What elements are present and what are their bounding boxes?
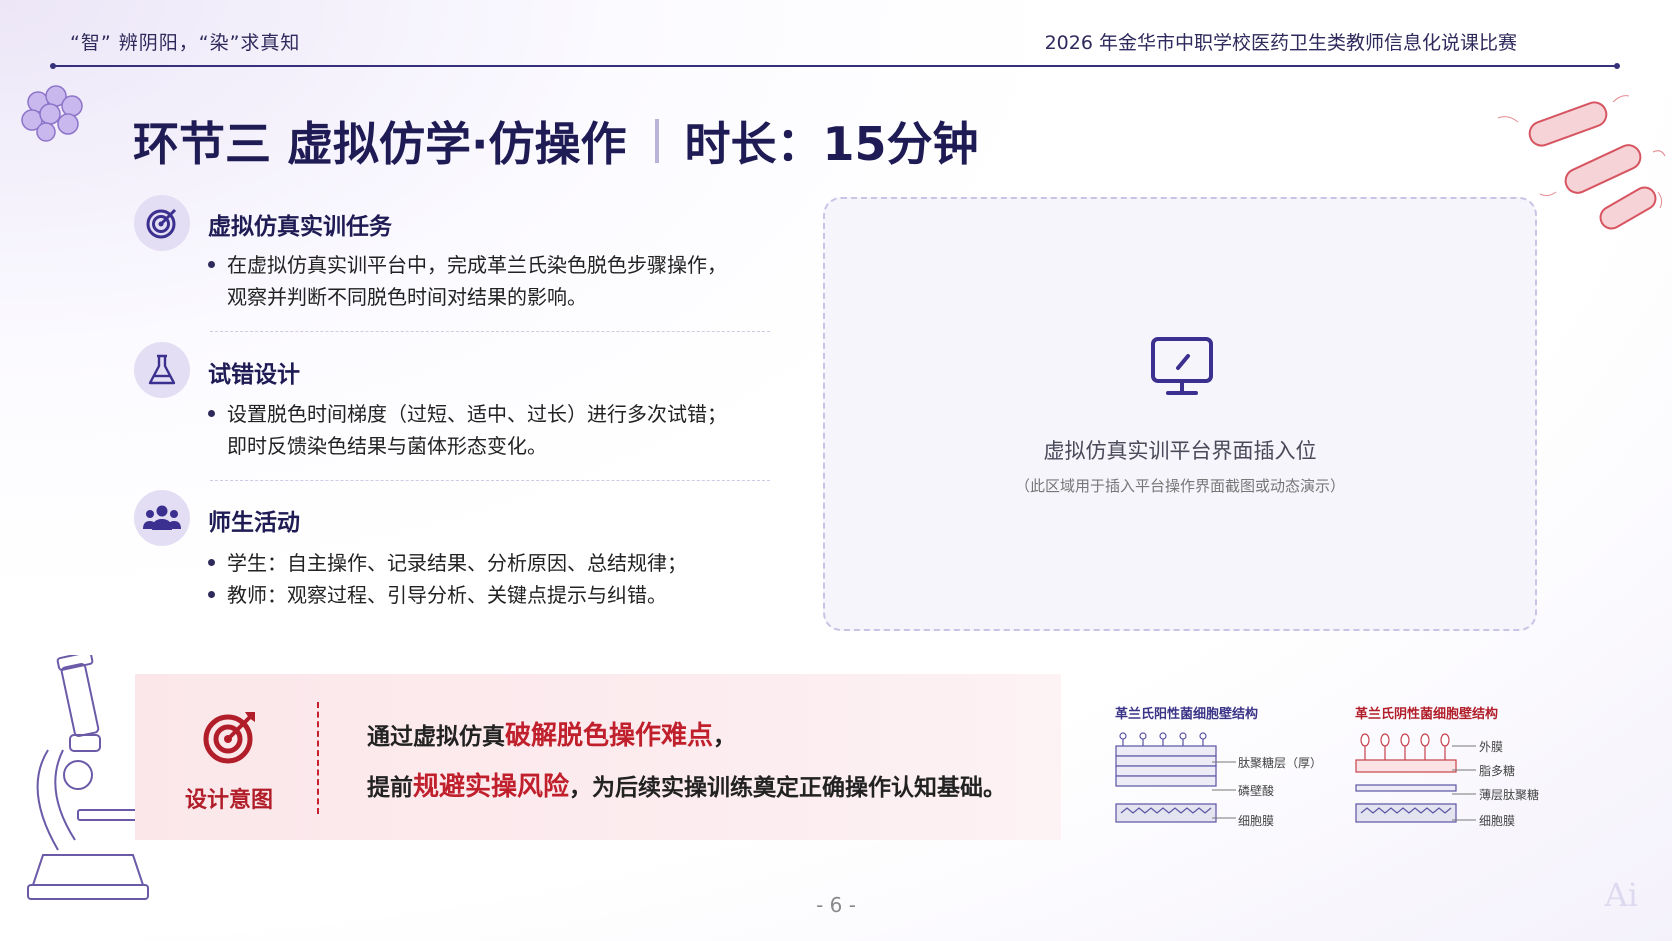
section-divider	[210, 331, 770, 332]
design-intent-label: 设计意图	[185, 788, 274, 813]
bullet-line: 观察并判断不同脱色时间对结果的影响。	[227, 285, 587, 309]
bullet-line: 即时反馈染色结果与菌体形态变化。	[227, 434, 547, 458]
gram-positive-title: 革兰氏阳性菌细胞壁结构	[1115, 707, 1259, 722]
intent-text-plain: ，为后续实操训练奠定正确操作认知基础。	[569, 775, 1007, 801]
monitor-icon	[1151, 337, 1213, 395]
design-intent-divider	[317, 702, 319, 814]
group-icon	[143, 505, 181, 530]
target-arrow-icon	[203, 712, 255, 764]
bullet-dot	[208, 559, 215, 566]
page-number: - 6 -	[816, 893, 856, 917]
section-title-task: 虚拟仿真实训任务	[208, 214, 392, 240]
header-divider	[53, 65, 1617, 67]
header-divider-dot-left	[50, 63, 56, 69]
intent-text-plain: ，	[713, 724, 737, 750]
bullet-line: 在虚拟仿真实训平台中，完成革兰氏染色脱色步骤操作，	[227, 253, 727, 277]
gram-negative-label: 薄层肽聚糖	[1479, 788, 1540, 802]
microscope-decoration	[27, 655, 149, 900]
gram-negative-label: 脂多糖	[1479, 764, 1516, 778]
title-separator	[654, 119, 659, 163]
bullet-line: 教师：观察过程、引导分析、关键点提示与纠错。	[227, 583, 667, 607]
design-intent-line1: 通过虚拟仿真破解脱色操作难点，	[367, 715, 736, 752]
header-competition-title: 2026 年金华市中职学校医药卫生类教师信息化说课比赛	[1044, 32, 1517, 54]
section-icon-flask	[134, 342, 190, 398]
bullet-line: 学生：自主操作、记录结果、分析原因、总结规律；	[227, 551, 687, 575]
platform-screenshot-placeholder[interactable]: 虚拟仿真实训平台界面插入位 （此区域用于插入平台操作界面截图或动态演示）	[823, 197, 1537, 631]
bullet-dot	[208, 410, 215, 417]
gram-negative-label: 细胞膜	[1479, 814, 1516, 828]
intent-text-highlight: 破解脱色操作难点	[505, 721, 714, 751]
gram-negative-title: 革兰氏阴性菌细胞壁结构	[1355, 707, 1499, 722]
design-intent-box: 设计意图 通过虚拟仿真破解脱色操作难点， 提前规避实操风险，为后续实操训练奠定正…	[135, 674, 1061, 840]
gram-positive-leader-lines	[1212, 761, 1236, 819]
placeholder-title: 虚拟仿真实训平台界面插入位	[1043, 439, 1317, 463]
section-trial-bullet: 设置脱色时间梯度（过短、适中、过长）进行多次试错； 即时反馈染色结果与菌体形态变…	[208, 398, 727, 462]
target-icon	[146, 208, 177, 239]
section-task-bullet: 在虚拟仿真实训平台中，完成革兰氏染色脱色步骤操作， 观察并判断不同脱色时间对结果…	[208, 249, 727, 313]
flask-icon	[148, 354, 176, 385]
gram-positive-label: 磷壁酸	[1238, 784, 1275, 798]
gram-positive-label: 细胞膜	[1238, 814, 1275, 828]
intent-text-highlight: 规避实操风险	[413, 772, 570, 802]
header-slogan: “智” 辨阴阳，“染”求真知	[70, 32, 301, 54]
header-divider-dot-right	[1614, 63, 1620, 69]
gram-negative-label: 外膜	[1479, 740, 1504, 754]
bullet-line: 设置脱色时间梯度（过短、适中、过长）进行多次试错；	[227, 402, 727, 426]
gram-positive-label: 肽聚糖层（厚）	[1238, 756, 1323, 770]
title-duration: 时长：15分钟	[684, 117, 979, 171]
bullet-dot	[208, 591, 215, 598]
gram-negative-leader-lines	[1452, 745, 1476, 821]
cell-cluster-decoration	[21, 85, 83, 142]
section-icon-group	[134, 490, 190, 546]
title-main: 环节三 虚拟仿学·仿操作	[133, 117, 627, 171]
ai-watermark-logo: Ai	[1604, 876, 1638, 914]
intent-text-plain: 提前	[367, 775, 413, 801]
section-icon-target	[134, 195, 190, 251]
design-intent-line2: 提前规避实操风险，为后续实操训练奠定正确操作认知基础。	[367, 766, 1006, 803]
page-title: 环节三 虚拟仿学·仿操作 时长：15分钟	[133, 108, 979, 174]
section-activity-bullets: 学生：自主操作、记录结果、分析原因、总结规律； 教师：观察过程、引导分析、关键点…	[208, 547, 687, 611]
placeholder-subtitle: （此区域用于插入平台操作界面截图或动态演示）	[1014, 477, 1345, 495]
section-title-trial: 试错设计	[208, 362, 300, 388]
bullet-dot	[208, 261, 215, 268]
intent-text-plain: 通过虚拟仿真	[367, 724, 505, 750]
section-divider	[210, 480, 770, 481]
section-title-activity: 师生活动	[208, 510, 300, 536]
